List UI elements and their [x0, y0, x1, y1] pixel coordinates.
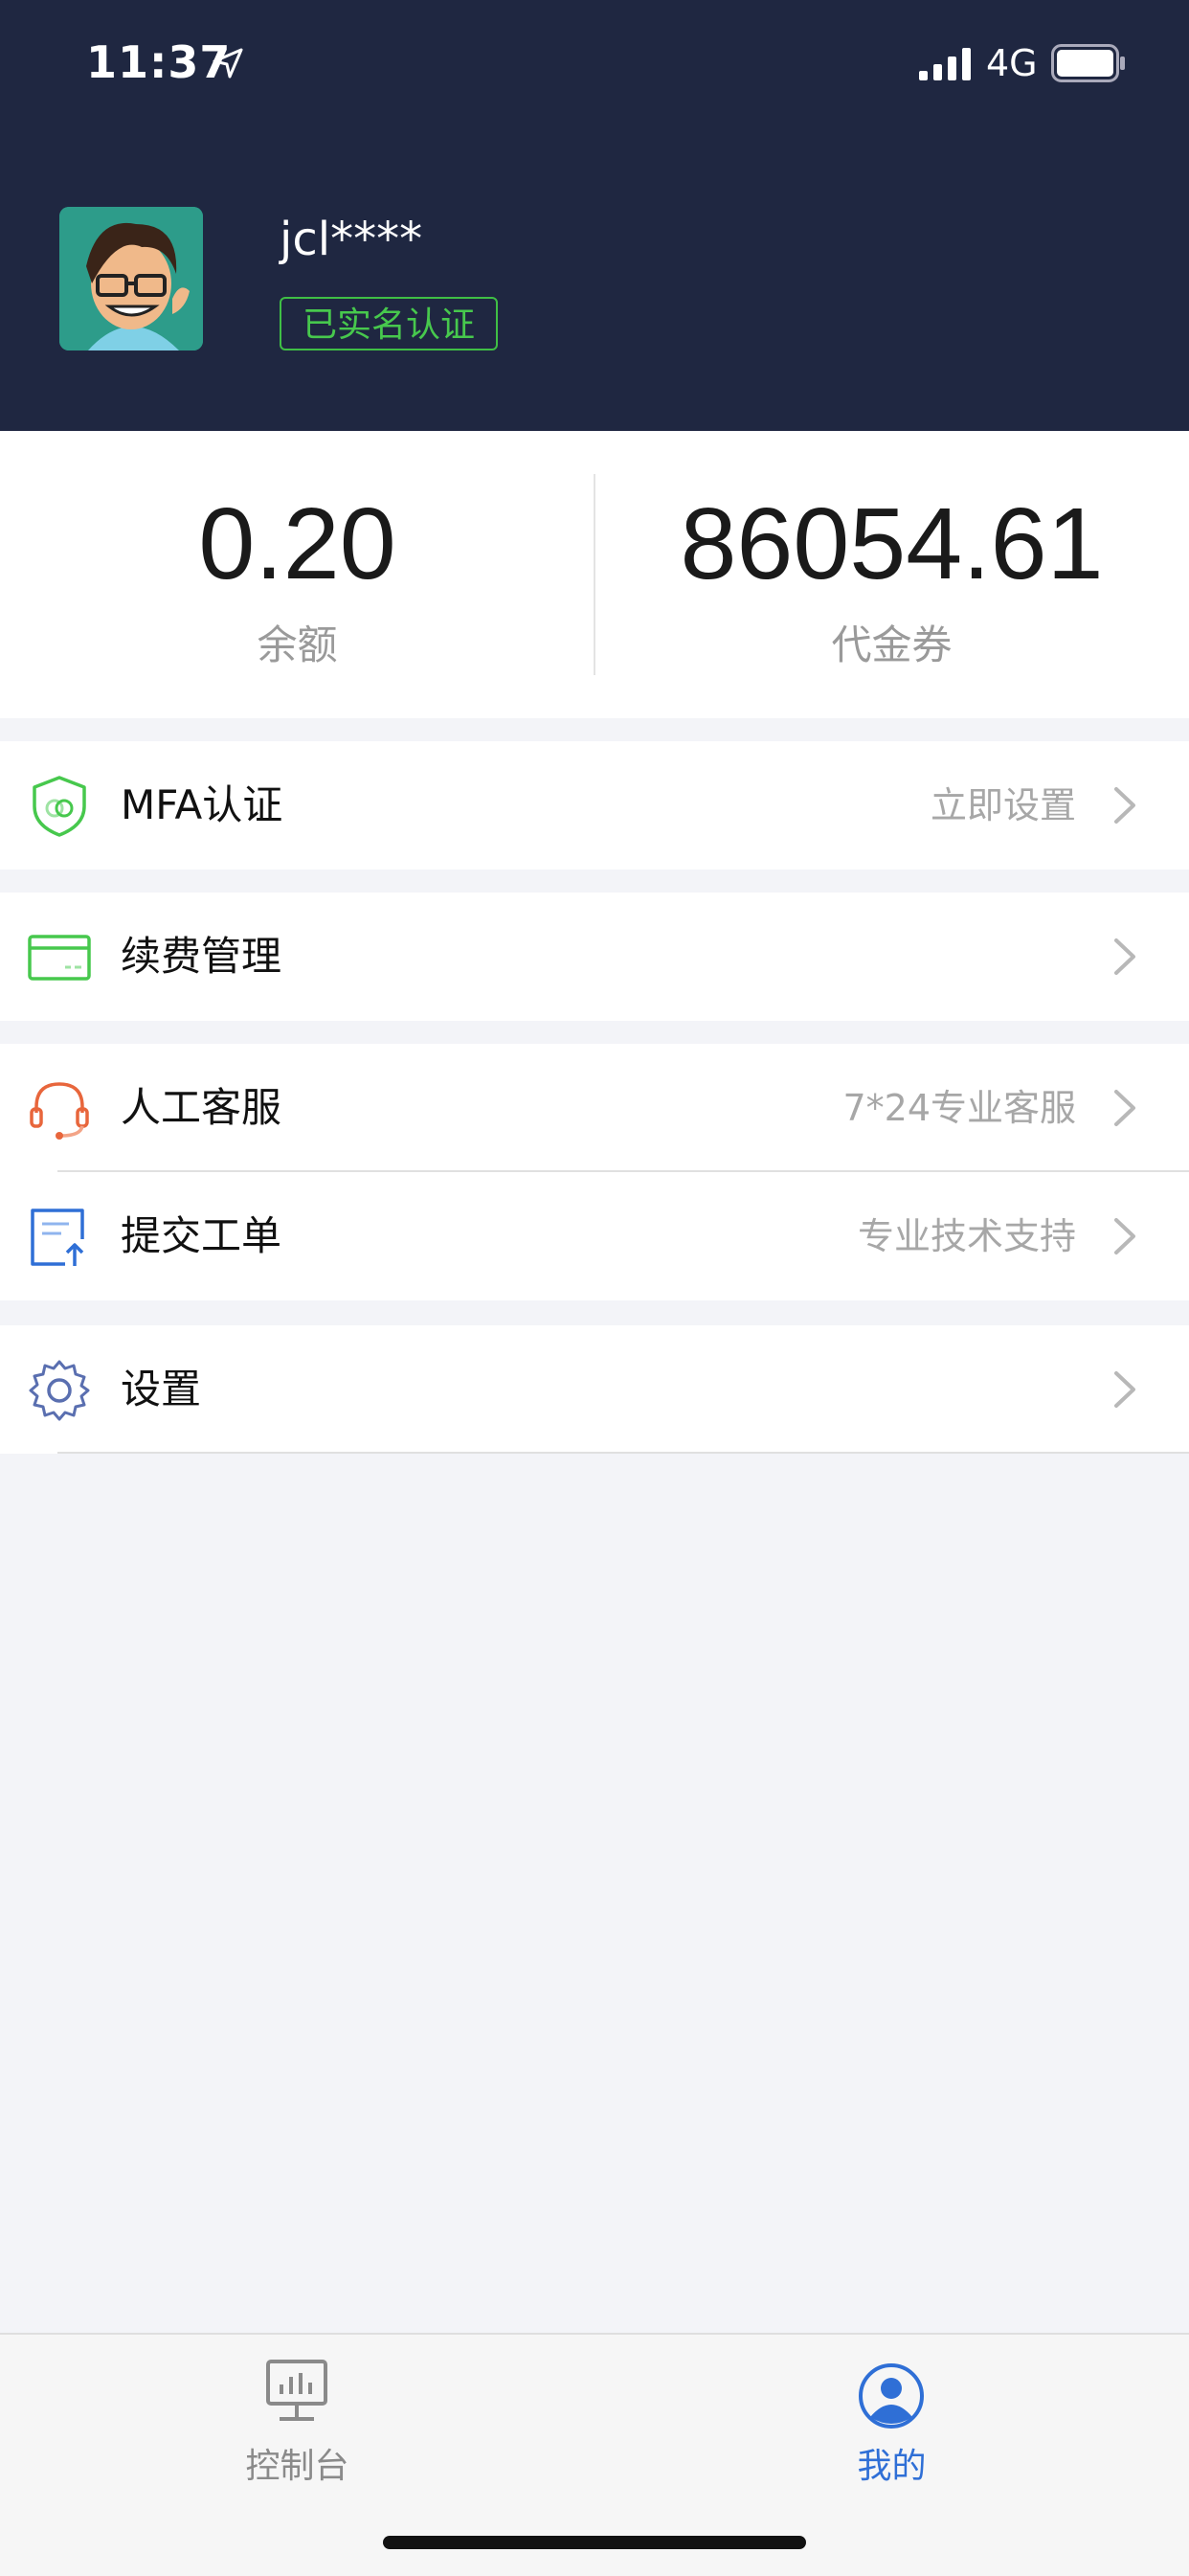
tab-mine[interactable]: 我的 [594, 2335, 1189, 2526]
balance-stat[interactable]: 0.20 余额 [0, 431, 594, 718]
account-stats: 0.20 余额 86054.61 代金券 [0, 431, 1189, 718]
chevron-right-icon [1114, 1371, 1135, 1408]
balance-label: 余额 [257, 621, 338, 668]
menu-item-mfa[interactable]: MFA认证 立即设置 [0, 741, 1189, 870]
chevron-right-icon [1114, 1218, 1135, 1254]
balance-value: 0.20 [198, 487, 396, 600]
menu-group-renew: 续费管理 [0, 893, 1189, 1021]
menu-label-service: 人工客服 [121, 1084, 282, 1131]
shield-icon [33, 776, 86, 837]
chevron-right-icon [1114, 1090, 1135, 1126]
menu-item-renew[interactable]: 续费管理 [0, 893, 1189, 1021]
menu-label-mfa: MFA认证 [121, 781, 283, 828]
menu-item-settings[interactable]: 设置 [0, 1325, 1189, 1454]
battery-icon [1051, 44, 1125, 82]
card-icon [28, 935, 91, 981]
tab-label-mine: 我的 [857, 2447, 927, 2486]
chevron-right-icon [1114, 787, 1135, 824]
network-type: 4G [986, 42, 1038, 84]
verified-badge: 已实名认证 [280, 297, 499, 350]
ticket-icon [31, 1209, 84, 1266]
profile-header: 11:37 4G jcl**** 已实名认证 [0, 0, 1189, 431]
signal-bars-icon [919, 48, 971, 80]
gear-icon [29, 1360, 90, 1421]
home-indicator[interactable] [383, 2536, 806, 2549]
menu-hint-mfa: 立即设置 [930, 784, 1076, 826]
chevron-right-icon [1114, 938, 1135, 975]
voucher-label: 代金券 [831, 621, 953, 668]
menu-item-service[interactable]: 人工客服 7*24专业客服 [0, 1044, 1189, 1172]
menu-group-support: 人工客服 7*24专业客服 提交工单 专业技术支持 [0, 1044, 1189, 1300]
row-divider [57, 1452, 1189, 1454]
tab-console[interactable]: 控制台 [0, 2335, 594, 2526]
user-icon [859, 2363, 924, 2429]
menu-hint-service: 7*24专业客服 [842, 1087, 1076, 1129]
menu-label-settings: 设置 [121, 1366, 202, 1412]
voucher-value: 86054.61 [680, 487, 1104, 600]
menu-item-ticket[interactable]: 提交工单 专业技术支持 [0, 1172, 1189, 1300]
avatar-image [59, 207, 203, 350]
menu-label-renew: 续费管理 [121, 933, 282, 980]
location-arrow-icon [213, 48, 243, 79]
voucher-stat[interactable]: 86054.61 代金券 [594, 431, 1189, 718]
monitor-icon [266, 2360, 327, 2421]
avatar[interactable] [59, 207, 203, 350]
tab-label-console: 控制台 [245, 2447, 349, 2486]
menu-group-mfa: MFA认证 立即设置 [0, 741, 1189, 870]
menu-hint-ticket: 专业技术支持 [857, 1215, 1076, 1257]
username: jcl**** [280, 213, 423, 266]
menu-group-settings: 设置 [0, 1325, 1189, 1454]
menu-label-ticket: 提交工单 [121, 1212, 282, 1259]
headset-icon [30, 1082, 89, 1140]
